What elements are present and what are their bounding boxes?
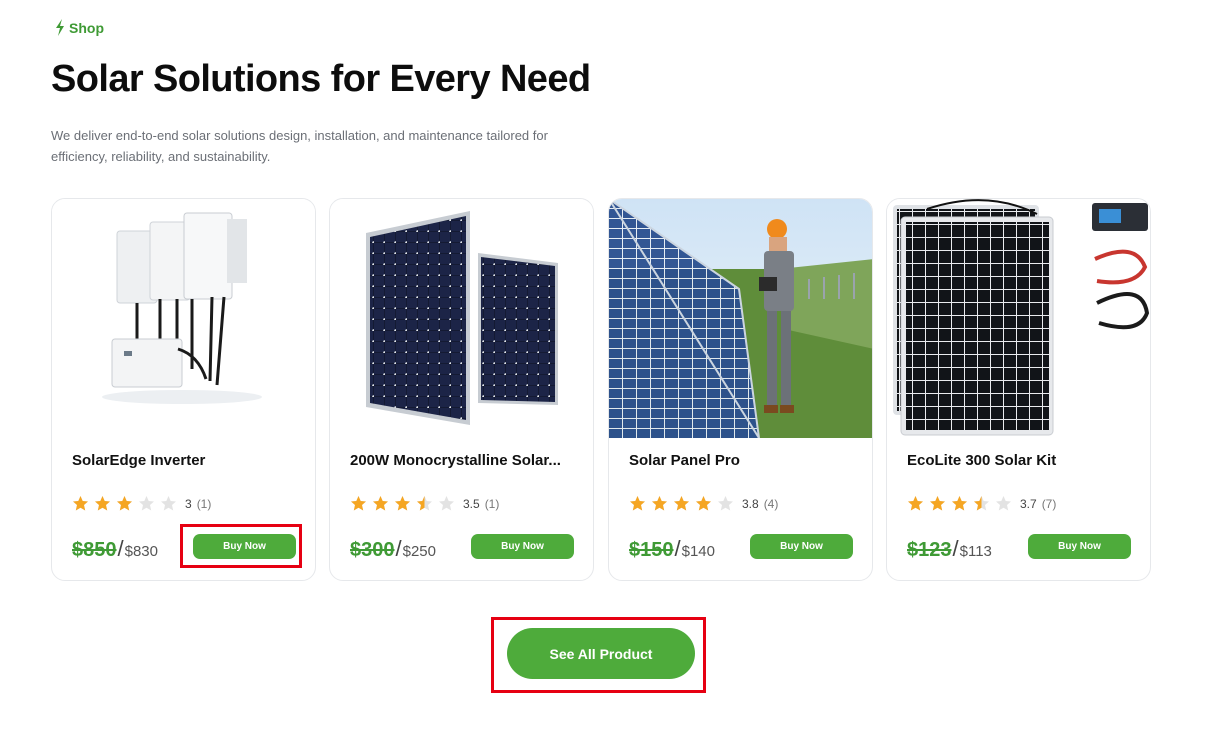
star-icon (139, 496, 154, 511)
product-image-solar-field-worker[interactable] (609, 199, 872, 438)
old-price: $150 (629, 539, 674, 561)
buy-now-button[interactable]: Buy Now (750, 534, 853, 559)
star-icon (117, 496, 132, 511)
product-image-solar-kit[interactable] (887, 199, 1150, 438)
star-icon (395, 496, 410, 511)
eyebrow-label: Shop (69, 19, 104, 36)
star-icon (908, 496, 923, 511)
star-icon (996, 496, 1011, 511)
buy-now-button[interactable]: Buy Now (1028, 534, 1131, 559)
old-price: $850 (72, 539, 117, 561)
price-separator: / (117, 536, 124, 561)
buy-now-button[interactable]: Buy Now (471, 534, 574, 559)
star-icon (351, 496, 366, 511)
price-separator: / (395, 536, 402, 561)
rating: 3.8 (4) (629, 495, 778, 512)
price: $123 / $113 (907, 536, 992, 562)
review-count: (7) (1041, 496, 1057, 511)
star-icon (718, 496, 733, 511)
star-icon (930, 496, 945, 511)
new-price: $830 (124, 543, 158, 560)
product-name[interactable]: SolarEdge Inverter (72, 452, 298, 469)
lightning-icon (56, 19, 64, 36)
star-icon (696, 496, 711, 511)
rating-value: 3.7 (1020, 496, 1037, 511)
old-price: $300 (350, 539, 395, 561)
product-name[interactable]: EcoLite 300 Solar Kit (907, 452, 1133, 469)
star-icon (974, 496, 989, 511)
new-price: $250 (402, 543, 436, 560)
product-name[interactable]: Solar Panel Pro (629, 452, 855, 469)
review-count: (1) (196, 496, 212, 511)
star-icon (373, 496, 388, 511)
review-count: (4) (763, 496, 779, 511)
price: $850 / $830 (72, 536, 158, 562)
price: $300 / $250 (350, 536, 436, 562)
rating-value: 3.5 (463, 496, 480, 511)
rating-value: 3 (185, 496, 192, 511)
price-separator: / (674, 536, 681, 561)
section-description: We deliver end-to-end solar solutions de… (51, 128, 548, 164)
rating-value: 3.8 (742, 496, 759, 511)
product-card[interactable]: 200W Monocrystalline Solar... 3.5 (1) $3… (329, 198, 594, 581)
page-title: Solar Solutions for Every Need (51, 58, 591, 100)
review-count: (1) (484, 496, 500, 511)
price-separator: / (952, 536, 959, 561)
star-icon (952, 496, 967, 511)
star-icon (95, 496, 110, 511)
star-icon (674, 496, 689, 511)
product-card[interactable]: Solar Panel Pro 3.8 (4) $150 / $140 Buy … (608, 198, 873, 581)
product-image-inverter[interactable] (52, 199, 315, 438)
highlight-box (491, 617, 706, 693)
new-price: $140 (681, 543, 715, 560)
product-image-monocrystalline-panels[interactable] (330, 199, 593, 438)
star-icon (161, 496, 176, 511)
product-name[interactable]: 200W Monocrystalline Solar... (350, 452, 576, 469)
star-icon (630, 496, 645, 511)
highlight-box (180, 524, 302, 568)
rating: 3.7 (7) (907, 495, 1056, 512)
rating: 3.5 (1) (350, 495, 499, 512)
old-price: $123 (907, 539, 952, 561)
rating: 3 (1) (72, 495, 211, 512)
star-icon (417, 496, 432, 511)
star-icon (439, 496, 454, 511)
star-icon (73, 496, 88, 511)
price: $150 / $140 (629, 536, 715, 562)
product-card[interactable]: EcoLite 300 Solar Kit 3.7 (7) $123 / $11… (886, 198, 1151, 581)
new-price: $113 (959, 543, 992, 560)
star-icon (652, 496, 667, 511)
section-eyebrow: Shop (55, 19, 104, 36)
